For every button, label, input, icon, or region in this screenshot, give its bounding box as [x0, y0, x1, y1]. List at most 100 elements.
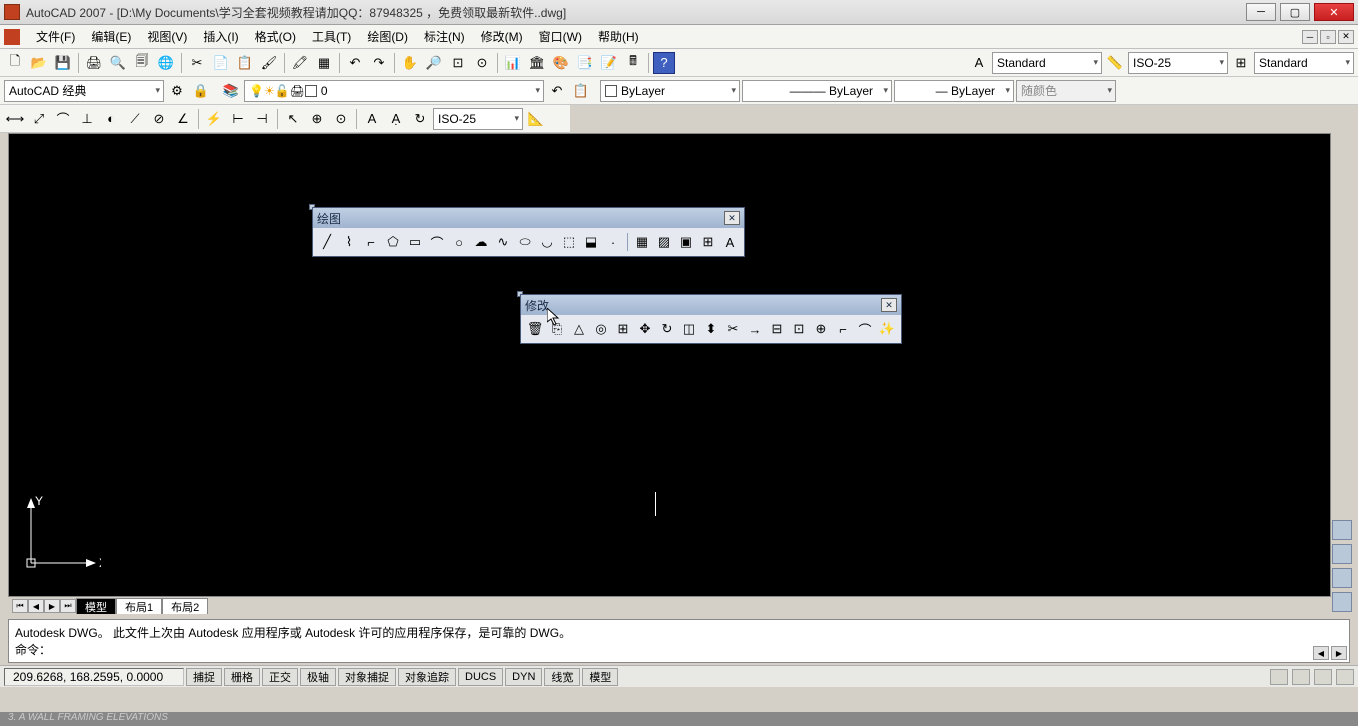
dim-text-edit-icon[interactable]: Ạ	[385, 108, 407, 130]
sheet-set-icon[interactable]: 📑	[574, 52, 596, 74]
coordinates[interactable]: 209.6268, 168.2595, 0.0000	[4, 668, 184, 686]
toggle-ortho[interactable]: 正交	[262, 668, 298, 686]
layer-manager-icon[interactable]: 📚	[220, 80, 242, 102]
save-icon[interactable]: 💾	[52, 52, 74, 74]
revision-cloud-icon[interactable]: ☁	[471, 232, 491, 252]
doc-restore[interactable]: ▫	[1320, 30, 1336, 44]
dim-style-combo2[interactable]: ISO-25	[433, 108, 523, 130]
pan-icon[interactable]: ✋	[399, 52, 421, 74]
break-at-point-icon[interactable]: ⊟	[767, 319, 787, 339]
status-annotation-icon[interactable]	[1270, 669, 1288, 685]
arc-dim-icon[interactable]: ⌒	[52, 108, 74, 130]
break-icon[interactable]: ⊡	[789, 319, 809, 339]
erase-icon[interactable]: 🗑	[525, 319, 545, 339]
text-style-combo[interactable]: Standard	[992, 52, 1102, 74]
draw-toolbar-close[interactable]: ✕	[724, 211, 740, 225]
print-icon[interactable]: 🖨	[83, 52, 105, 74]
markup-icon[interactable]: 📝	[598, 52, 620, 74]
dim-style-icon[interactable]: 📏	[1104, 52, 1126, 74]
make-block-icon[interactable]: ⬓	[581, 232, 601, 252]
layer-combo[interactable]: 💡☀🔓🖨 0	[244, 80, 544, 102]
menu-insert[interactable]: 插入(I)	[195, 26, 246, 47]
threed-icon[interactable]: 🌐	[155, 52, 177, 74]
toggle-osnap[interactable]: 对象捕捉	[338, 668, 396, 686]
workspace-combo[interactable]: AutoCAD 经典	[4, 80, 164, 102]
center-mark-icon[interactable]: ⊙	[330, 108, 352, 130]
chamfer-icon[interactable]: ⌐	[833, 319, 853, 339]
diameter-dim-icon[interactable]: ⊘	[148, 108, 170, 130]
angular-dim-icon[interactable]: ∠	[172, 108, 194, 130]
table-style-combo[interactable]: Standard	[1254, 52, 1354, 74]
tab-model[interactable]: 模型	[76, 598, 116, 614]
toggle-dyn[interactable]: DYN	[505, 668, 542, 686]
copy-icon[interactable]: 📄	[210, 52, 232, 74]
insert-block-icon[interactable]: ⬚	[559, 232, 579, 252]
tab-layout1[interactable]: 布局1	[116, 598, 162, 614]
open-icon[interactable]: 📂	[28, 52, 50, 74]
draw-toolbar-title[interactable]: 绘图 ✕	[313, 208, 744, 228]
side-icon-4[interactable]	[1332, 592, 1352, 612]
redo-icon[interactable]: ↷	[368, 52, 390, 74]
side-icon-2[interactable]	[1332, 544, 1352, 564]
menu-draw[interactable]: 绘图(D)	[359, 26, 416, 47]
toolbar-lock-icon[interactable]: 🔒	[190, 80, 212, 102]
toggle-ducs[interactable]: DUCS	[458, 668, 503, 686]
toggle-grid[interactable]: 栅格	[224, 668, 260, 686]
gradient-icon[interactable]: ▨	[654, 232, 674, 252]
menu-edit[interactable]: 编辑(E)	[83, 26, 139, 47]
drawing-area[interactable]: Y X 绘图 ✕ ╱ ⌇ ⌐ ⬠ ▭ ⌒ ○ ☁ ∿ ⬭	[8, 133, 1331, 597]
design-center-icon[interactable]: 🏛	[526, 52, 548, 74]
side-icon-1[interactable]	[1332, 520, 1352, 540]
zoom-win-icon[interactable]: ⊡	[447, 52, 469, 74]
publish-icon[interactable]: 🗐	[131, 52, 153, 74]
point-icon[interactable]: ·	[603, 232, 623, 252]
rectangle-icon[interactable]: ▭	[405, 232, 425, 252]
region-icon[interactable]: ▣	[676, 232, 696, 252]
toggle-otrack[interactable]: 对象追踪	[398, 668, 456, 686]
layer-prev-icon[interactable]: ↶	[546, 80, 568, 102]
status-clean-icon[interactable]	[1336, 669, 1354, 685]
menu-view[interactable]: 视图(V)	[139, 26, 195, 47]
modify-toolbar-close[interactable]: ✕	[881, 298, 897, 312]
tab-layout2[interactable]: 布局2	[162, 598, 208, 614]
menu-format[interactable]: 格式(O)	[247, 26, 304, 47]
fillet-icon[interactable]: ⌒	[855, 319, 875, 339]
dim-edit-icon[interactable]: A	[361, 108, 383, 130]
undo-icon[interactable]: ↶	[344, 52, 366, 74]
move-icon[interactable]: ✥	[635, 319, 655, 339]
circle-icon[interactable]: ○	[449, 232, 469, 252]
ordinate-dim-icon[interactable]: ⊥	[76, 108, 98, 130]
status-comm-icon[interactable]	[1292, 669, 1310, 685]
table-icon[interactable]: ⊞	[698, 232, 718, 252]
doc-close[interactable]: ✕	[1338, 30, 1354, 44]
continue-dim-icon[interactable]: ⊣	[251, 108, 273, 130]
plotstyle-combo[interactable]: 随颜色	[1016, 80, 1116, 102]
menu-window[interactable]: 窗口(W)	[531, 26, 590, 47]
extend-icon[interactable]: →	[745, 319, 765, 339]
aligned-dim-icon[interactable]: ⤢	[28, 108, 50, 130]
construction-line-icon[interactable]: ⌇	[339, 232, 359, 252]
toggle-model[interactable]: 模型	[582, 668, 618, 686]
modify-toolbar-floating[interactable]: 修改 ✕ 🗑 ⎘ △ ◎ ⊞ ✥ ↻ ◫ ⬍ ✂ → ⊟ ⊡ ⊕ ⌐ ⌒ ✨	[517, 291, 523, 297]
menu-tools[interactable]: 工具(T)	[304, 26, 359, 47]
preview-icon[interactable]: 🔍	[107, 52, 129, 74]
ellipse-icon[interactable]: ⬭	[515, 232, 535, 252]
ellipse-arc-icon[interactable]: ◡	[537, 232, 557, 252]
tab-first[interactable]: ⏮	[12, 599, 28, 613]
copy-object-icon[interactable]: ⎘	[547, 319, 567, 339]
quick-leader-icon[interactable]: ↖	[282, 108, 304, 130]
explode-icon[interactable]: ✨	[877, 319, 897, 339]
minimize-button[interactable]: ─	[1246, 3, 1276, 21]
array-icon[interactable]: ⊞	[613, 319, 633, 339]
dim-style-manager-icon[interactable]: 📐	[525, 108, 547, 130]
rotate-icon[interactable]: ↻	[657, 319, 677, 339]
baseline-dim-icon[interactable]: ⊢	[227, 108, 249, 130]
side-icon-3[interactable]	[1332, 568, 1352, 588]
scale-icon[interactable]: ◫	[679, 319, 699, 339]
help-icon[interactable]: ?	[653, 52, 675, 74]
draw-toolbar-floating[interactable]: 绘图 ✕ ╱ ⌇ ⌐ ⬠ ▭ ⌒ ○ ☁ ∿ ⬭ ◡ ⬚ ⬓ · ▦ ▨	[309, 204, 315, 210]
polygon-icon[interactable]: ⬠	[383, 232, 403, 252]
dim-update-icon[interactable]: ↻	[409, 108, 431, 130]
linear-dim-icon[interactable]: ⟷	[4, 108, 26, 130]
status-lock-icon[interactable]	[1314, 669, 1332, 685]
